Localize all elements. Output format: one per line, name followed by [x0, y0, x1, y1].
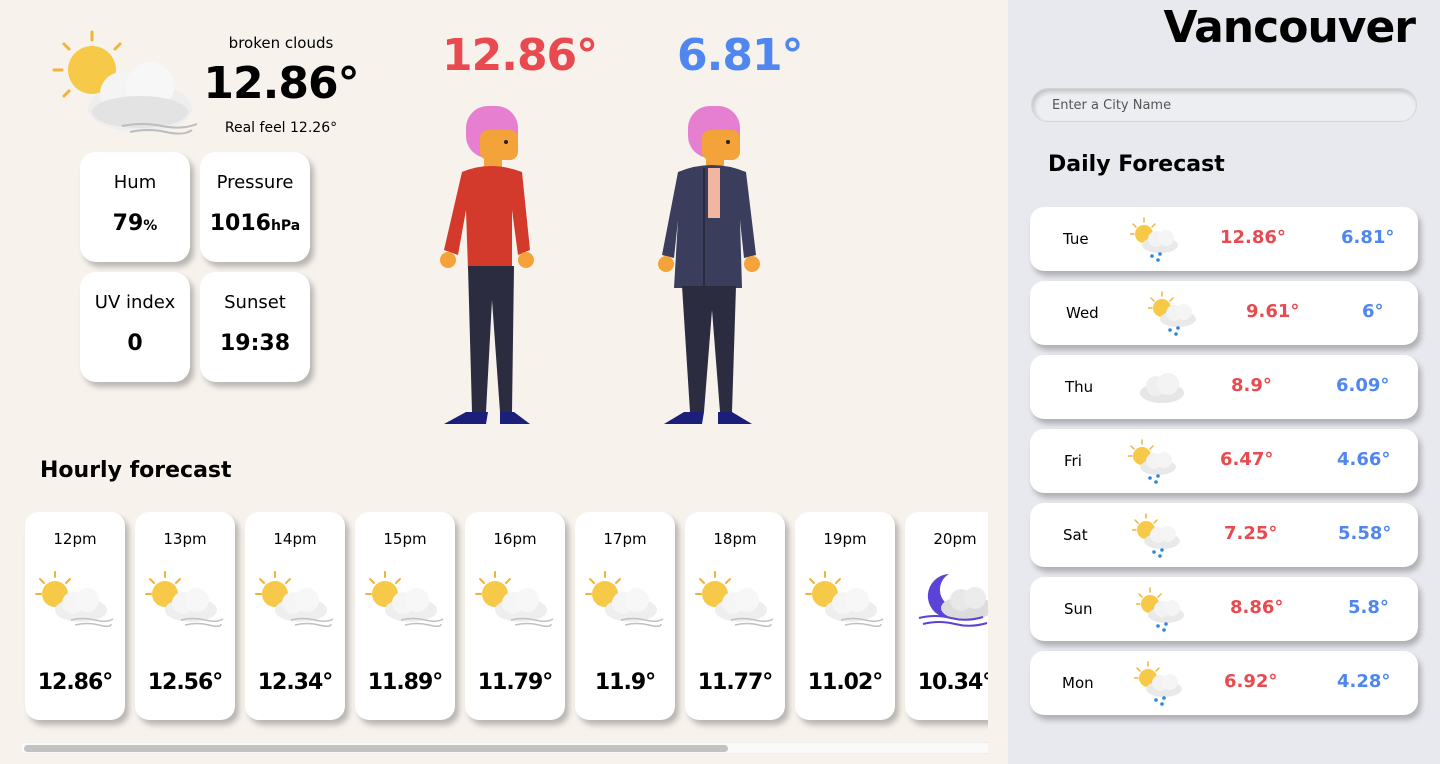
daily-forecast-row: Tue 12.86° 6.81°	[1030, 207, 1418, 271]
pressure-label: Pressure	[216, 172, 294, 193]
daily-high-temp: 8.9°	[1231, 375, 1272, 396]
sunset-label: Sunset	[224, 292, 286, 313]
hourly-card: 17pm 11.9°	[575, 512, 675, 720]
day-name: Mon	[1062, 674, 1094, 692]
hourly-temperature: 12.56°	[147, 670, 224, 695]
daily-high-temp: 6.92°	[1224, 671, 1278, 692]
day-name: Wed	[1066, 304, 1099, 322]
humidity-value: 79%	[112, 211, 158, 236]
daily-low-temp: 6°	[1362, 301, 1384, 322]
daily-forecast-row: Thu 8.9° 6.09°	[1030, 355, 1418, 419]
hourly-forecast-strip[interactable]: 12pm 12.86° 13pm 12.56° 14pm 12.34° 15pm 11.89°…	[22, 510, 988, 732]
hourly-card: 20pm 10.34°	[905, 512, 988, 720]
hourly-temperature: 11.79°	[477, 670, 554, 695]
daily-forecast-title: Daily Forecast	[1048, 152, 1225, 177]
hourly-scrollbar[interactable]	[22, 742, 988, 754]
hourly-card: 18pm 11.77°	[685, 512, 785, 720]
sun-cloud-wind-icon	[135, 548, 235, 634]
person-coat-illustration	[652, 100, 772, 430]
hourly-time: 13pm	[163, 530, 207, 548]
daily-high-temp: 7.25°	[1224, 523, 1278, 544]
hourly-temperature: 12.86°	[37, 670, 114, 695]
pressure-value: 1016hPa	[209, 211, 301, 236]
sun-cloud-wind-icon	[795, 548, 895, 634]
daily-low-temp: 4.28°	[1337, 671, 1391, 692]
daily-low-temp: 6.09°	[1336, 375, 1390, 396]
real-feel: Real feel 12.26°	[224, 120, 338, 136]
uv-index-card: UV index 0	[80, 272, 190, 382]
day-name: Fri	[1064, 452, 1082, 470]
hourly-scrollbar-thumb[interactable]	[24, 745, 728, 752]
hourly-card: 14pm 12.34°	[245, 512, 345, 720]
sunset-card: Sunset 19:38	[200, 272, 310, 382]
hourly-card: 16pm 11.79°	[465, 512, 565, 720]
daily-low-temp: 5.58°	[1338, 523, 1392, 544]
sun-cloud-wind-icon	[25, 548, 125, 634]
sun-cloud-wind-icon	[685, 548, 785, 634]
hourly-time: 20pm	[933, 530, 977, 548]
pressure-card: Pressure 1016hPa	[200, 152, 310, 262]
humidity-card: Hum 79%	[80, 152, 190, 262]
hourly-card: 13pm 12.56°	[135, 512, 235, 720]
daily-high-temp: 8.86°	[1230, 597, 1284, 618]
hourly-temperature: 11.9°	[594, 670, 656, 695]
sun-cloud-wind-icon	[575, 548, 675, 634]
hourly-time: 12pm	[53, 530, 97, 548]
city-name: Vancouver	[1163, 2, 1416, 53]
sun-behind-cloud-icon	[52, 30, 202, 140]
hourly-time: 14pm	[273, 530, 317, 548]
daily-forecast-row: Fri 6.47° 4.66°	[1030, 429, 1418, 493]
weather-description: broken clouds	[228, 34, 334, 52]
daily-low-temp: 6.81°	[1341, 227, 1395, 248]
hourly-card: 12pm 12.86°	[25, 512, 125, 720]
hourly-forecast-title: Hourly forecast	[40, 458, 232, 483]
main-panel: broken clouds 12.86° Real feel 12.26° Hu…	[0, 0, 1008, 764]
humidity-label: Hum	[113, 172, 157, 193]
day-name: Sun	[1064, 600, 1093, 618]
hourly-time: 18pm	[713, 530, 757, 548]
hourly-temperature: 11.89°	[367, 670, 444, 695]
daily-high-temp: 12.86°	[1220, 227, 1286, 248]
hourly-temperature: 11.77°	[697, 670, 774, 695]
hourly-temperature: 12.34°	[257, 670, 334, 695]
hourly-card: 19pm 11.02°	[795, 512, 895, 720]
hourly-time: 15pm	[383, 530, 427, 548]
current-temperature: 12.86°	[203, 58, 359, 109]
hourly-time: 17pm	[603, 530, 647, 548]
hourly-temperature: 11.02°	[807, 670, 884, 695]
sun-cloud-wind-icon	[465, 548, 565, 634]
moon-cloud-wind-icon	[905, 548, 988, 634]
day-name: Tue	[1063, 230, 1089, 248]
daily-low-temp: 5.8°	[1348, 597, 1389, 618]
person-sweater-illustration	[430, 100, 550, 430]
sun-cloud-wind-icon	[245, 548, 345, 634]
daily-forecast-row: Sat 7.25° 5.58°	[1030, 503, 1418, 567]
uv-index-value: 0	[127, 331, 143, 356]
max-temperature: 12.86°	[442, 30, 598, 81]
day-name: Thu	[1065, 378, 1094, 396]
daily-forecast-row: Wed 9.61° 6°	[1030, 281, 1418, 345]
daily-low-temp: 4.66°	[1337, 449, 1391, 470]
daily-high-temp: 6.47°	[1220, 449, 1274, 470]
hourly-time: 16pm	[493, 530, 537, 548]
day-name: Sat	[1063, 526, 1088, 544]
city-search-input[interactable]	[1031, 88, 1417, 122]
daily-forecast-row: Mon 6.92° 4.28°	[1030, 651, 1418, 715]
hourly-temperature: 10.34°	[917, 670, 988, 695]
sunset-value: 19:38	[219, 331, 291, 356]
daily-forecast-row: Sun 8.86° 5.8°	[1030, 577, 1418, 641]
uv-index-label: UV index	[94, 292, 176, 313]
daily-high-temp: 9.61°	[1246, 301, 1300, 322]
min-temperature: 6.81°	[677, 30, 804, 81]
hourly-time: 19pm	[823, 530, 867, 548]
sun-cloud-wind-icon	[355, 548, 455, 634]
hourly-card: 15pm 11.89°	[355, 512, 455, 720]
